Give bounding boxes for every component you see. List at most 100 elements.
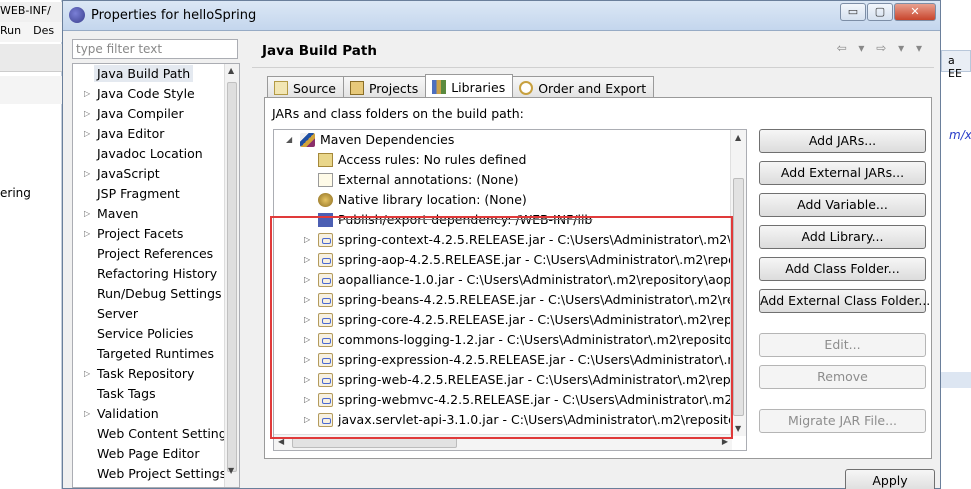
tree-row-label: Maven Dependencies (320, 132, 455, 147)
nav-item-web-project-settings[interactable]: Web Project Settings (73, 464, 226, 484)
nav-item-label: Project Facets (97, 226, 184, 241)
dialog-titlebar[interactable]: Properties for helloSpring ▭ ▢ ✕ (63, 1, 940, 31)
expand-arrow-icon[interactable]: ▷ (84, 124, 90, 144)
nav-item-label: Javadoc Location (97, 146, 203, 161)
nav-item-label: Java Build Path (94, 65, 194, 82)
dialog-title: Properties for helloSpring (91, 8, 257, 23)
add-external-class-folder-button[interactable]: Add External Class Folder... (759, 289, 930, 313)
libraries-icon (432, 80, 447, 94)
maximize-button[interactable]: ▢ (867, 3, 893, 21)
tree-row-label: External annotations: (None) (338, 172, 519, 187)
nav-item-label: Refactoring History (97, 266, 218, 281)
scroll-down-icon[interactable]: ▼ (735, 424, 741, 433)
add-class-folder-button[interactable]: Add Class Folder... (759, 257, 926, 281)
tree-vscroll-thumb[interactable] (733, 178, 744, 416)
nav-item-refactoring-history[interactable]: Refactoring History (73, 264, 225, 284)
menu-design[interactable]: Des (33, 24, 54, 37)
access-icon (318, 153, 333, 167)
tab-projects[interactable]: Projects (342, 76, 427, 97)
add-library-button[interactable]: Add Library... (759, 225, 926, 249)
scroll-down-icon[interactable]: ▼ (228, 466, 234, 475)
nav-item-label: Validation (97, 406, 159, 421)
filter-input[interactable]: type filter text (72, 39, 238, 59)
remove-button[interactable]: Remove (759, 365, 926, 389)
migrate-jar-file-button[interactable]: Migrate JAR File... (759, 409, 926, 433)
eclipse-icon (69, 7, 85, 23)
nav-item-java-code-style[interactable]: ▷ Java Code Style (73, 84, 225, 104)
expand-arrow-icon[interactable]: ▷ (84, 364, 90, 384)
nav-item-validation[interactable]: ▷ Validation (73, 404, 225, 424)
nav-item-label: Java Compiler (97, 106, 184, 121)
expand-arrow-icon[interactable]: ▷ (84, 84, 90, 104)
maven-icon (300, 133, 315, 147)
menu-run[interactable]: Run (0, 24, 21, 37)
nav-item-maven[interactable]: ▷ Maven (73, 204, 225, 224)
nav-item-label: Web Page Editor (97, 446, 200, 461)
tree-row-native[interactable]: Native library location: (None) (274, 190, 732, 210)
expand-arrow-icon[interactable]: ▷ (84, 104, 90, 124)
nav-item-label: Maven (97, 206, 139, 221)
tab-source[interactable]: Source (267, 76, 344, 97)
nav-item-label: Run/Debug Settings (97, 286, 222, 301)
add-external-jars-button[interactable]: Add External JARs... (759, 161, 926, 185)
minimize-button[interactable]: ▭ (840, 3, 866, 21)
nav-item-jsp-fragment[interactable]: JSP Fragment (73, 184, 225, 204)
nav-item-java-build-path[interactable]: Java Build Path (73, 64, 225, 84)
window-controls: ▭ ▢ ✕ (839, 3, 936, 21)
close-button[interactable]: ✕ (894, 3, 936, 21)
tab-order-and-export[interactable]: Order and Export (512, 76, 655, 97)
nav-item-project-references[interactable]: Project References (73, 244, 225, 264)
red-highlight-box (270, 216, 733, 439)
tree-row-access[interactable]: Access rules: No rules defined (274, 150, 732, 170)
nav-item-label: Task Repository (97, 366, 195, 381)
nav-item-web-page-editor[interactable]: Web Page Editor (73, 444, 225, 464)
nav-item-targeted-runtimes[interactable]: Targeted Runtimes (73, 344, 225, 364)
nav-item-label: Project References (97, 246, 214, 261)
scroll-up-icon[interactable]: ▲ (228, 66, 234, 75)
title-separator (252, 67, 934, 68)
nav-item-label: Server (97, 306, 138, 321)
apply-button[interactable]: Apply (845, 469, 935, 489)
nav-item-task-tags[interactable]: Task Tags (73, 384, 225, 404)
nav-item-project-facets[interactable]: ▷ Project Facets (73, 224, 225, 244)
add-variable-button[interactable]: Add Variable... (759, 193, 926, 217)
nav-item-run-debug-settings[interactable]: Run/Debug Settings (73, 284, 225, 304)
libraries-tab-content: JARs and class folders on the build path… (264, 97, 932, 459)
background-stripe (941, 372, 971, 388)
nav-scroll-thumb[interactable] (227, 82, 237, 472)
expand-arrow-icon[interactable]: ▷ (84, 164, 90, 184)
nav-item-server[interactable]: Server (73, 304, 225, 324)
tab-libraries[interactable]: Libraries (425, 74, 514, 97)
nav-item-label: Web Content Settings (97, 426, 234, 441)
expand-arrow-icon[interactable]: ▷ (84, 224, 90, 244)
background-ide-left: WEB-INF/ Run Des ering (0, 0, 62, 489)
nav-item-label: JavaScript (97, 166, 160, 181)
background-breadcrumb: WEB-INF/ (0, 2, 62, 22)
projects-icon (349, 81, 364, 95)
background-perspective-tab[interactable]: a EE (941, 50, 971, 80)
nav-item-javascript[interactable]: ▷ JavaScript (73, 164, 225, 184)
nav-item-javadoc-location[interactable]: Javadoc Location (73, 144, 225, 164)
add-jars-button[interactable]: Add JARs... (759, 129, 926, 153)
tab-label: Libraries (451, 79, 506, 95)
expand-arrow-icon[interactable]: ◢ (286, 130, 292, 150)
expand-arrow-icon[interactable]: ▷ (84, 404, 90, 424)
nav-item-service-policies[interactable]: Service Policies (73, 324, 225, 344)
nav-item-label: JSP Fragment (97, 186, 180, 201)
expand-arrow-icon[interactable]: ▷ (84, 204, 90, 224)
property-nav-tree: Java Build Path ▷ Java Code Style ▷ Java Com… (72, 63, 240, 488)
nav-item-task-repository[interactable]: ▷ Task Repository (73, 364, 225, 384)
tree-row-maven[interactable]: ◢ Maven Dependencies (274, 130, 732, 150)
nav-item-label: Java Editor (97, 126, 165, 141)
nav-item-java-compiler[interactable]: ▷ Java Compiler (73, 104, 225, 124)
tree-row-ext[interactable]: External annotations: (None) (274, 170, 732, 190)
page-nav-arrows-icon[interactable]: ⇦ ▾ ⇨ ▾ ▾ (837, 41, 926, 55)
scroll-up-icon[interactable]: ▲ (735, 133, 741, 142)
nav-item-label: Targeted Runtimes (97, 346, 214, 361)
nav-item-web-content-settings[interactable]: Web Content Settings (73, 424, 233, 444)
edit-button[interactable]: Edit... (759, 333, 926, 357)
background-toolbar (0, 44, 62, 72)
background-url-text: m/x (949, 128, 971, 142)
nav-item-java-editor[interactable]: ▷ Java Editor (73, 124, 225, 144)
nav-scrollbar[interactable]: ▲ ▼ (224, 64, 239, 487)
